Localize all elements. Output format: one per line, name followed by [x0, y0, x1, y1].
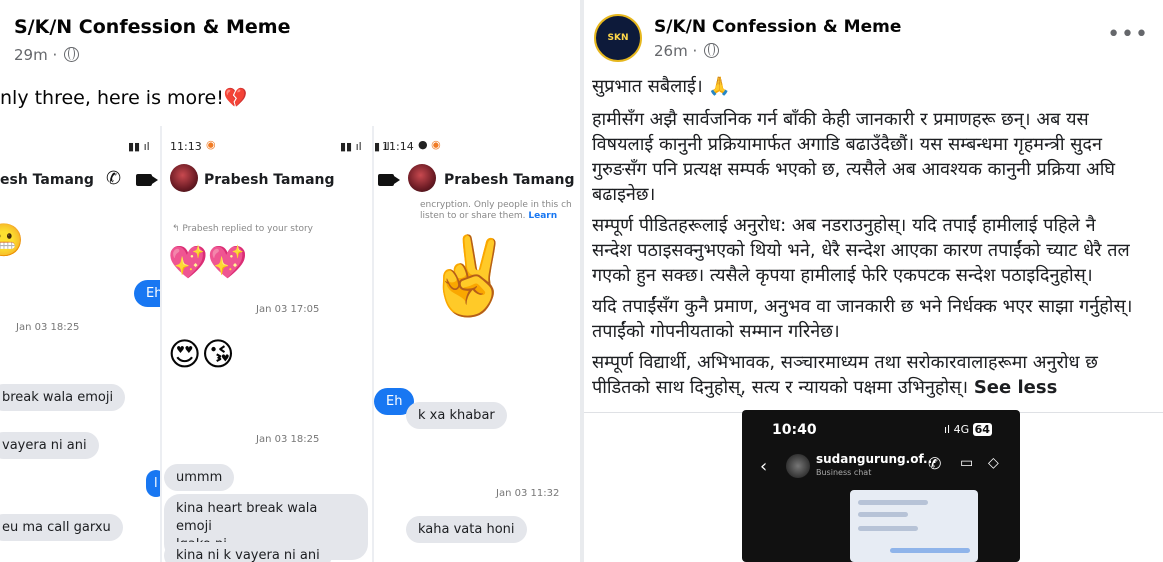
text-line: सुप्रभात सबैलाई। 🙏	[592, 76, 731, 97]
inner-chat-image	[850, 490, 978, 562]
attached-screenshot[interactable]: 10:40 ıl 4G 64 ‹ sudangurung.of... Busin…	[742, 410, 1020, 562]
time-text[interactable]: 29m	[14, 46, 48, 64]
video-icon	[378, 174, 400, 186]
heart-emoji: 💖💖	[168, 243, 248, 281]
logo-text: SKN	[607, 33, 629, 43]
avatar	[786, 454, 810, 478]
post-paragraph-2-line-1: हामीसँग अझै सार्वजनिक गर्न बाँकी केही जा…	[592, 109, 1089, 130]
chat-name: esh Tamang	[0, 172, 94, 188]
avatar	[408, 164, 436, 192]
post-paragraph-5-line-1: सम्पूर्ण विद्यार्थी, अभिभावक, सञ्चारमाध्…	[592, 352, 1098, 373]
post-text: nly three, here is more!💔	[0, 86, 248, 109]
video-icon: ▭	[960, 455, 974, 471]
text-line-placeholder	[858, 526, 918, 531]
tag-icon: ◇	[988, 455, 999, 471]
emoji-reaction: 😬	[0, 224, 24, 256]
victory-hand-emoji: ✌️	[422, 231, 517, 320]
received-message: kina ni k vayera ni ani	[164, 542, 332, 562]
post-paragraph-4-line-1: यदि तपाईंसँग कुनै प्रमाण, अनुभव वा जानका…	[592, 296, 1133, 317]
text-line-placeholder	[858, 512, 908, 517]
received-message: break wala emoji	[0, 384, 126, 411]
phone-status-network: ıl 4G 64	[944, 423, 992, 436]
post-paragraph-3-line-1: सम्पूर्ण पीडितहरूलाई अनुरोध: अब नडराउनुह…	[592, 215, 1096, 236]
reply-note-text: Prabesh replied to your story	[182, 224, 314, 234]
call-icon: ✆	[106, 168, 122, 189]
reply-note: ↰ Prabesh replied to your story	[172, 224, 314, 234]
back-arrow-icon: ‹	[760, 456, 768, 477]
post-paragraph-2-line-2: विषयलाई कानुनी प्रक्रियामार्फत अगाडि बढा…	[592, 134, 1102, 155]
avatar	[170, 164, 198, 192]
received-message: eu ma call garxu	[0, 514, 123, 541]
chat-screenshot-1: ▮▮ ıl esh Tamang ✆ 😬 Eh Jan 03 18:25 bre…	[0, 126, 162, 562]
received-message: vayera ni ani	[0, 432, 99, 459]
public-globe-icon	[64, 47, 80, 62]
post-paragraph-2-line-4: बढाइनेछ।	[592, 184, 656, 205]
video-icon	[136, 174, 158, 186]
post-time[interactable]: 29m ·	[14, 46, 80, 64]
timestamp: Jan 03 11:32	[496, 488, 560, 499]
status-time: 11:13	[170, 140, 202, 153]
text-line-placeholder	[858, 500, 928, 505]
chat-screenshot-2: 11:13 ◉ ▮▮ ıl Prabesh Tamang ↰ Prabesh r…	[162, 126, 374, 562]
post-paragraph-1: सुप्रभात सबैलाई। 🙏	[592, 74, 731, 98]
chat-username: sudangurung.of...	[816, 452, 937, 466]
sent-message: Eh	[134, 280, 160, 307]
page-name-link[interactable]: S/K/N Confession & Meme	[654, 17, 901, 37]
broken-heart-icon: 💔	[223, 87, 248, 109]
received-message: k xa khabar	[406, 402, 507, 429]
post-paragraph-3-line-3: गएको हुन सक्छ। त्यसैले कृपया हामीलाई फेर…	[592, 265, 1093, 286]
post-text-content: nly three, here is more!	[0, 87, 224, 109]
chat-screenshot-3: 11:14 ● ◉ ▮▮ ıl ✆ Prabesh Tamang encrypt…	[374, 126, 580, 562]
timestamp: Jan 03 18:25	[256, 434, 320, 445]
encryption-note: listen to or share them. Learn	[420, 211, 557, 221]
call-icon: ✆	[928, 454, 942, 473]
chat-subtitle: Business chat	[816, 468, 872, 477]
signal-icon: ▮▮ ıl	[374, 140, 390, 153]
signal-icon: ▮▮ ıl	[340, 140, 362, 153]
network-text: 4G	[953, 423, 970, 436]
note-text: listen to or share them.	[420, 211, 526, 221]
battery-text: 64	[972, 423, 992, 436]
timestamp: Jan 03 18:25	[16, 322, 80, 333]
chat-name: Prabesh Tamang	[204, 172, 335, 188]
post-paragraph-5-line-2: पीडितको साथ दिनुहोस्, सत्य र न्यायको पक्…	[592, 375, 1057, 399]
emoji-reaction: 😍😘	[168, 335, 235, 373]
right-post: SKN S/K/N Confession & Meme 26m · ••• सु…	[584, 0, 1163, 562]
chat-name: Prabesh Tamang	[444, 172, 575, 188]
received-message: ummm	[164, 464, 235, 491]
received-message: kaha vata honi	[406, 516, 527, 543]
post-paragraph-2-line-3: गुरुङसँग पनि प्रत्यक्ष सम्पर्क भएको छ, त…	[592, 159, 1116, 180]
message-line: kina heart break wala emoji	[176, 501, 318, 534]
encryption-note: encryption. Only people in this ch	[420, 200, 572, 210]
screenshot-collage[interactable]: ▮▮ ıl esh Tamang ✆ 😬 Eh Jan 03 18:25 bre…	[0, 126, 580, 562]
learn-more-link[interactable]: Learn	[528, 211, 557, 221]
text-line-placeholder	[890, 548, 970, 553]
post-time[interactable]: 26m ·	[654, 42, 720, 60]
timestamp: Jan 03 17:05	[256, 304, 320, 315]
notification-icon: ● ◉	[418, 138, 441, 151]
left-post: S/K/N Confession & Meme 29m · nly three,…	[0, 0, 580, 562]
page-name-link[interactable]: S/K/N Confession & Meme	[14, 16, 290, 38]
page-avatar[interactable]: SKN	[594, 14, 642, 62]
post-paragraph-4-line-2: तपाईंको गोपनीयताको सम्मान गरिनेछ।	[592, 321, 840, 342]
sent-message: l	[146, 470, 160, 497]
phone-status-time: 10:40	[772, 422, 817, 438]
post-paragraph-3-line-2: सन्देश पठाइसक्नुभएको थियो भने, धेरै सन्द…	[592, 240, 1130, 261]
more-options-icon[interactable]: •••	[1107, 22, 1149, 47]
see-less-link[interactable]: See less	[974, 377, 1057, 398]
notification-icon: ◉	[206, 138, 216, 151]
time-text[interactable]: 26m	[654, 42, 688, 60]
text-line: पीडितको साथ दिनुहोस्, सत्य र न्यायको पक्…	[592, 377, 969, 398]
signal-icon: ▮▮ ıl	[128, 140, 150, 153]
public-globe-icon	[704, 43, 720, 58]
